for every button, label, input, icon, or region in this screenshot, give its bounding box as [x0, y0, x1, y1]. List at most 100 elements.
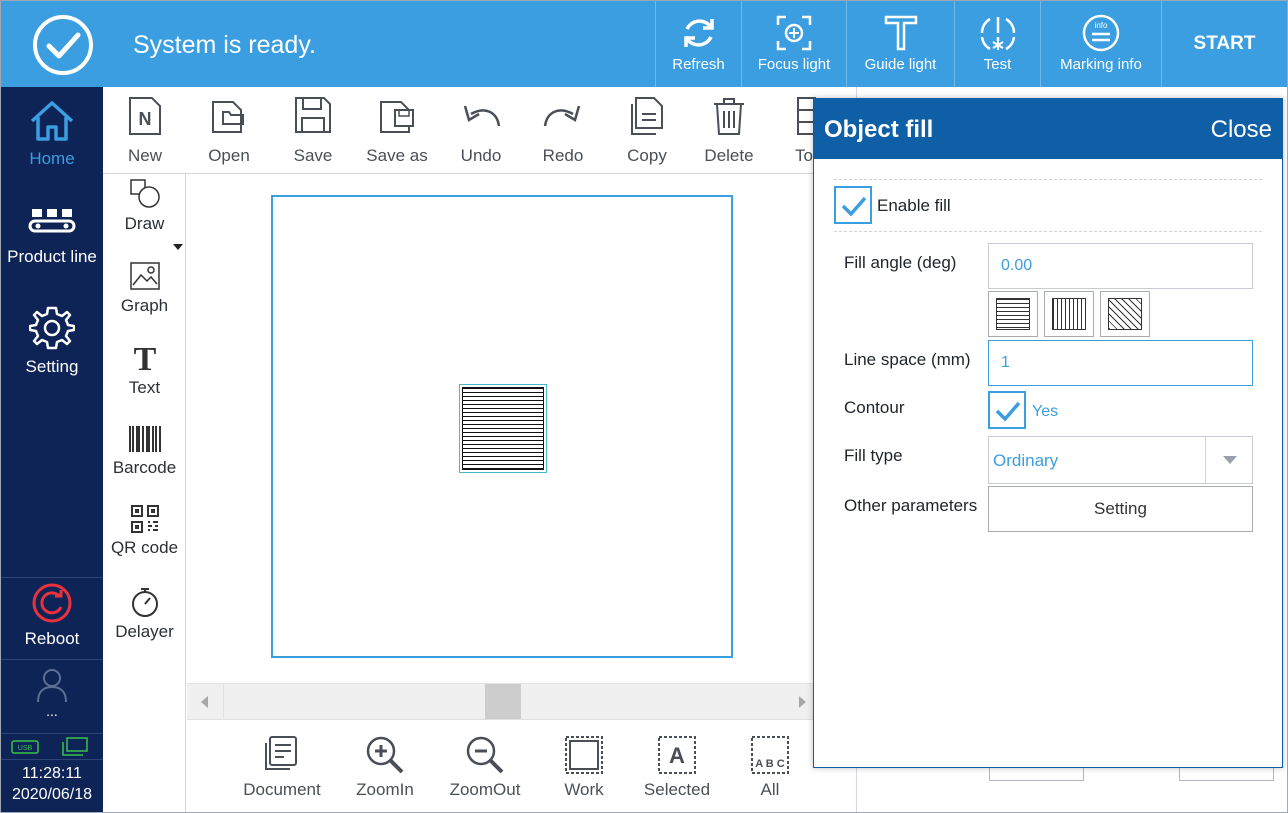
draw-dropdown-caret[interactable]: [173, 244, 183, 250]
enable-fill-checkbox[interactable]: [834, 186, 872, 224]
zoom-in-button[interactable]: ZoomIn: [337, 720, 433, 812]
filled-object[interactable]: [459, 384, 547, 473]
nav-divider: [1, 759, 103, 760]
reboot-button[interactable]: Reboot: [1, 583, 103, 649]
product-line-icon: [28, 209, 76, 233]
draw-tool[interactable]: Draw: [103, 178, 186, 234]
marking-info-button[interactable]: info Marking info: [1040, 1, 1161, 87]
text-tool[interactable]: T Text: [103, 340, 186, 398]
fill-type-select[interactable]: Ordinary: [988, 436, 1253, 484]
diagonal-fill-pattern-button[interactable]: [1100, 291, 1150, 337]
zoom-out-label: ZoomOut: [449, 780, 521, 799]
vertical-lines-icon: [1052, 298, 1086, 330]
save-button[interactable]: Save: [271, 87, 355, 174]
document-button[interactable]: Document: [234, 720, 330, 812]
guide-light-button[interactable]: Guide light: [846, 1, 954, 87]
vertical-fill-pattern-button[interactable]: [1044, 291, 1094, 337]
gear-icon: [29, 306, 75, 350]
delayer-tool[interactable]: Delayer: [103, 586, 186, 642]
barcode-label: Barcode: [112, 458, 177, 477]
test-icon: [980, 17, 1015, 51]
qr-code-icon: [130, 505, 159, 533]
work-area-frame[interactable]: [271, 195, 733, 658]
open-folder-icon: [212, 101, 244, 133]
all-glyph: A B C: [755, 758, 785, 770]
save-as-button[interactable]: Save as: [355, 87, 439, 174]
marking-info-icon: info: [1082, 14, 1120, 52]
nav-divider: [1, 733, 103, 734]
document-icon: [265, 736, 297, 770]
scroll-right-arrow[interactable]: [799, 696, 806, 708]
contour-checkbox[interactable]: [988, 391, 1026, 429]
delete-label: Delete: [704, 146, 754, 165]
selected-view-icon: A: [658, 736, 696, 774]
marking-info-label: Marking info: [1060, 56, 1142, 73]
fill-angle-input[interactable]: 0.00: [988, 243, 1253, 289]
work-view-button[interactable]: Work: [536, 720, 632, 812]
dialog-close-button[interactable]: Close: [1211, 116, 1272, 144]
copy-button[interactable]: Copy: [605, 87, 689, 174]
app-window: System is ready. Refresh Focus light Gui…: [0, 0, 1288, 813]
zoom-in-label: ZoomIn: [356, 780, 414, 799]
document-label: Document: [243, 780, 321, 799]
guide-light-label: Guide light: [864, 56, 937, 73]
all-view-icon: A B C: [751, 736, 789, 774]
focus-light-button[interactable]: Focus light: [741, 1, 846, 87]
network-icon: [62, 737, 88, 756]
selected-view-button[interactable]: A Selected: [629, 720, 725, 812]
enable-fill-label: Enable fill: [877, 196, 951, 215]
undo-label: Undo: [460, 146, 502, 165]
zoom-in-icon: [366, 736, 404, 774]
checkmark-icon: [995, 401, 1021, 422]
other-parameters-setting-button[interactable]: Setting: [988, 486, 1253, 532]
user-label: ...: [46, 703, 58, 719]
scroll-left-arrow[interactable]: [201, 696, 208, 708]
nav-item-setting[interactable]: Setting: [1, 305, 103, 377]
horizontal-scrollbar[interactable]: [187, 683, 814, 719]
selected-label: Selected: [643, 780, 711, 799]
refresh-button[interactable]: Refresh: [655, 1, 741, 87]
zoom-out-button[interactable]: ZoomOut: [437, 720, 533, 812]
horizontal-fill-pattern-button[interactable]: [988, 291, 1038, 337]
reboot-label: Reboot: [24, 629, 80, 648]
new-button[interactable]: N New: [103, 87, 187, 174]
text-label: Text: [128, 378, 161, 397]
line-space-label: Line space (mm): [844, 350, 971, 369]
open-label: Open: [208, 146, 250, 165]
stopwatch-icon: [131, 588, 158, 617]
scroll-track[interactable]: [223, 684, 485, 719]
design-canvas[interactable]: [187, 175, 814, 683]
selected-glyph: A: [669, 743, 685, 768]
redo-button[interactable]: Redo: [521, 87, 605, 174]
chevron-down-icon: [1223, 456, 1237, 464]
reboot-icon: [32, 583, 72, 623]
save-as-label: Save as: [366, 146, 428, 165]
nav-item-home[interactable]: Home: [1, 99, 103, 169]
test-button[interactable]: Test: [954, 1, 1040, 87]
line-space-input[interactable]: 1: [988, 340, 1253, 386]
graph-tool[interactable]: Graph: [103, 260, 186, 316]
dialog-header: Object fill Close: [814, 99, 1282, 159]
delete-button[interactable]: Delete: [687, 87, 771, 174]
qr-code-label: QR code: [110, 538, 179, 557]
copy-icon: [631, 97, 663, 135]
qr-code-tool[interactable]: QR code: [103, 504, 186, 558]
info-badge-text: info: [1095, 21, 1108, 30]
nav-item-product-line[interactable]: Product line: [1, 207, 103, 267]
main-toolbar: N New Open Save Save as Undo Redo Copy D…: [103, 87, 823, 174]
undo-button[interactable]: Undo: [439, 87, 523, 174]
user-button[interactable]: ...: [1, 667, 103, 719]
refresh-label: Refresh: [672, 56, 725, 73]
new-label: New: [127, 146, 162, 165]
start-button[interactable]: START: [1161, 1, 1287, 87]
scroll-thumb[interactable]: [485, 684, 521, 719]
open-button[interactable]: Open: [187, 87, 271, 174]
refresh-icon: [683, 19, 714, 47]
all-view-button[interactable]: A B C All: [722, 720, 818, 812]
test-label: Test: [983, 56, 1012, 73]
barcode-tool[interactable]: Barcode: [103, 424, 186, 478]
new-glyph: N: [139, 109, 152, 129]
top-header: System is ready. Refresh Focus light Gui…: [1, 1, 1287, 87]
select-divider: [1205, 437, 1206, 483]
nav-home-label: Home: [29, 149, 75, 168]
